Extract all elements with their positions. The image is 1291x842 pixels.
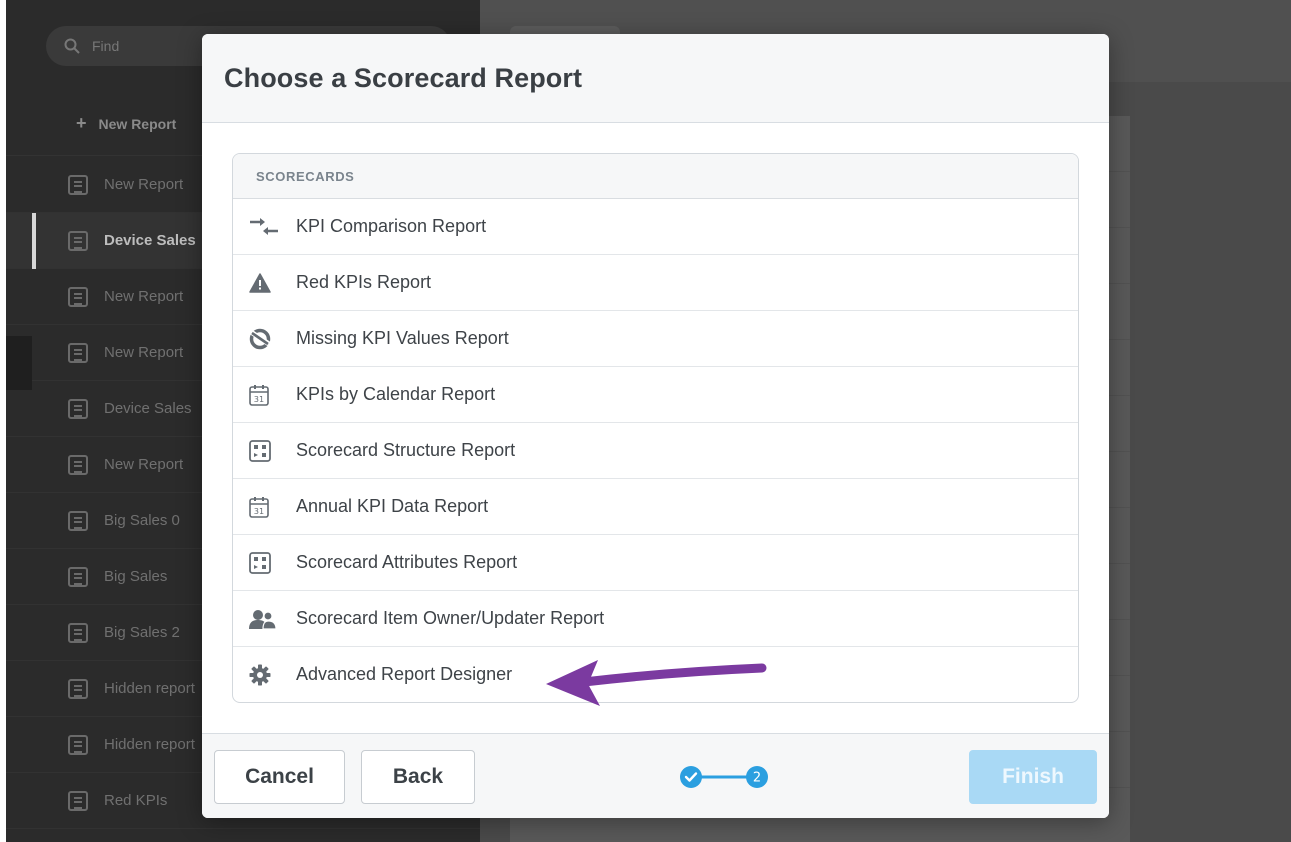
report-option-label: Scorecard Structure Report	[296, 440, 516, 460]
comparison-arrows-icon	[249, 214, 279, 240]
new-report-label: New Report	[98, 115, 177, 132]
wizard-stepper: 2	[680, 766, 768, 788]
structure-grid-icon	[249, 550, 279, 576]
scorecards-panel: SCORECARDS KPI Comparison Report Red KPI…	[232, 153, 1079, 703]
report-option-missing-kpi-values[interactable]: Missing KPI Values Report	[233, 311, 1078, 367]
report-icon	[68, 510, 88, 531]
report-option-label: Missing KPI Values Report	[296, 328, 509, 348]
gear-icon	[249, 662, 279, 688]
users-icon	[249, 606, 279, 632]
search-placeholder: Find	[92, 38, 120, 54]
plus-icon: +	[76, 113, 87, 133]
report-option-label: Scorecard Item Owner/Updater Report	[296, 608, 605, 628]
report-option-label: Red KPIs Report	[296, 272, 432, 292]
report-icon	[68, 454, 88, 475]
sidebar-item-label: New Report	[104, 344, 184, 361]
section-header: SCORECARDS	[233, 154, 1078, 199]
sidebar-item-label: New Report	[104, 176, 184, 193]
sidebar-item-label: Big Sales 2	[104, 624, 180, 641]
report-option-label: KPIs by Calendar Report	[296, 384, 496, 404]
report-icon	[68, 622, 88, 643]
structure-grid-icon	[249, 438, 279, 464]
sidebar-item-label: New Report	[104, 288, 184, 305]
sidebar-item-label: Device Sales	[104, 232, 196, 249]
report-option-label: Advanced Report Designer	[296, 664, 513, 684]
report-icon	[68, 286, 88, 307]
report-option-kpis-by-calendar[interactable]: 31 KPIs by Calendar Report	[233, 367, 1078, 423]
report-icon	[68, 790, 88, 811]
report-option-kpi-comparison[interactable]: KPI Comparison Report	[233, 199, 1078, 255]
report-option-item-owner-updater[interactable]: Scorecard Item Owner/Updater Report	[233, 591, 1078, 647]
step-current-number: 2	[753, 771, 761, 786]
calendar-icon: 31	[249, 494, 279, 520]
dialog-title: Choose a Scorecard Report	[224, 62, 583, 93]
report-option-scorecard-attributes[interactable]: Scorecard Attributes Report	[233, 535, 1078, 591]
report-icon	[68, 398, 88, 419]
report-icon	[68, 678, 88, 699]
step-complete-icon	[680, 766, 702, 788]
report-icon	[68, 342, 88, 363]
sidebar-item-label: Big Sales 0	[104, 512, 180, 529]
calendar-icon: 31	[249, 382, 279, 408]
svg-text:31: 31	[254, 507, 264, 516]
report-option-label: Scorecard Attributes Report	[296, 552, 518, 572]
svg-text:31: 31	[254, 395, 264, 404]
sidebar-edge	[6, 336, 32, 390]
sidebar-item-label: Hidden report	[104, 680, 195, 697]
missing-values-icon	[249, 326, 279, 352]
sidebar-item-label: Big Sales	[104, 568, 168, 585]
report-option-label: Annual KPI Data Report	[296, 496, 489, 516]
cancel-button[interactable]: Cancel	[214, 750, 345, 804]
sidebar-item-label: New Report	[104, 456, 184, 473]
report-option-label: KPI Comparison Report	[296, 216, 487, 236]
sidebar-item-label: Device Sales	[104, 400, 192, 417]
report-option-annual-kpi-data[interactable]: 31 Annual KPI Data Report	[233, 479, 1078, 535]
report-icon	[68, 734, 88, 755]
report-icon	[68, 230, 88, 251]
report-option-scorecard-structure[interactable]: Scorecard Structure Report	[233, 423, 1078, 479]
dialog-header: Choose a Scorecard Report	[202, 34, 1109, 123]
report-icon	[68, 566, 88, 587]
sidebar-item-label: Red KPIs	[104, 792, 168, 809]
report-icon	[68, 174, 88, 195]
report-option-red-kpis[interactable]: Red KPIs Report	[233, 255, 1078, 311]
finish-button[interactable]: Finish	[969, 750, 1097, 804]
dialog-footer: Cancel Back 2 Finish	[202, 733, 1109, 818]
annotation-arrow	[546, 660, 767, 706]
sidebar-item-label: Hidden report	[104, 736, 195, 753]
warning-triangle-icon	[249, 270, 279, 296]
search-icon	[64, 38, 80, 54]
back-button[interactable]: Back	[361, 750, 475, 804]
dialog-body: SCORECARDS KPI Comparison Report Red KPI…	[202, 123, 1109, 734]
